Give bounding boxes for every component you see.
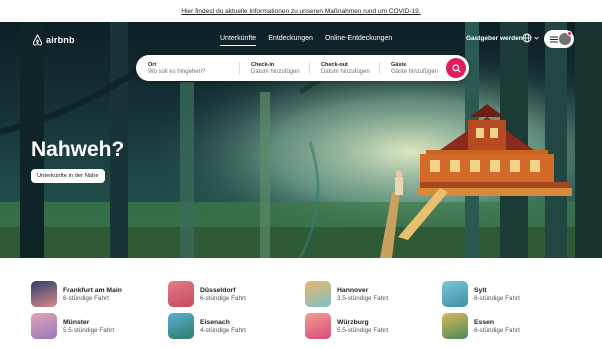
- destination-distance: 6-stündige Fahrt: [474, 294, 520, 302]
- destination-card[interactable]: Eisenach 4-stündige Fahrt: [168, 313, 298, 339]
- destination-distance: 3.5-stündige Fahrt: [337, 294, 389, 302]
- search-bar: Ort Wo soll es hingehen? Check-in Datum …: [136, 55, 469, 81]
- checkout-field[interactable]: Check-out Datum hinzufügen: [309, 55, 379, 81]
- destination-distance: 6-stündige Fahrt: [63, 294, 109, 302]
- search-icon: [451, 63, 461, 73]
- notification-dot: [567, 31, 572, 36]
- destination-distance: 6-stündige Fahrt: [200, 294, 246, 302]
- checkout-label: Check-out: [321, 61, 348, 68]
- destination-thumbnail: [168, 281, 194, 307]
- destination-name: Eisenach: [200, 318, 230, 326]
- destination-card[interactable]: Münster 5.5-stündige Fahrt: [31, 313, 161, 339]
- destination-distance: 5.5-stündige Fahrt: [337, 326, 389, 334]
- destination-distance: 4-stündige Fahrt: [200, 326, 246, 334]
- destination-name: Münster: [63, 318, 90, 326]
- location-input[interactable]: Wo soll es hingehen?: [148, 69, 239, 75]
- destination-card[interactable]: Hannover 3.5-stündige Fahrt: [305, 281, 435, 307]
- tab-unterkuenfte[interactable]: Unterkünfte: [220, 35, 257, 46]
- destination-distance: 5.5-stündige Fahrt: [63, 326, 115, 334]
- destination-thumbnail: [31, 281, 57, 307]
- destination-card[interactable]: Würzburg 5.5-stündige Fahrt: [305, 313, 435, 339]
- destination-name: Hannover: [337, 286, 369, 294]
- checkin-value: Datum hinzufügen: [251, 68, 300, 75]
- covid-info-link[interactable]: Hier findest du aktuelle Informationen z…: [181, 8, 420, 15]
- destination-name: Würzburg: [337, 318, 369, 326]
- location-label: Ort: [148, 61, 157, 68]
- tab-entdeckungen[interactable]: Entdeckungen: [268, 35, 313, 46]
- destination-card[interactable]: Sylt 6-stündige Fahrt: [442, 281, 572, 307]
- user-menu-button[interactable]: [544, 30, 574, 48]
- covid-banner: Hier findest du aktuelle Informationen z…: [0, 0, 602, 22]
- location-field[interactable]: Ort Wo soll es hingehen?: [136, 55, 239, 81]
- checkin-field[interactable]: Check-in Datum hinzufügen: [239, 55, 309, 81]
- main-nav: Unterkünfte Entdeckungen Online-Entdecku…: [220, 35, 392, 46]
- hero-headline: Nahweh?: [31, 138, 125, 161]
- checkin-label: Check-in: [251, 61, 275, 68]
- destination-thumbnail: [305, 281, 331, 307]
- airbnb-logo-icon: [32, 34, 43, 46]
- hero-section: airbnb Unterkünfte Entdeckungen Online-E…: [0, 22, 602, 258]
- destination-thumbnail: [168, 313, 194, 339]
- guests-value: Gäste hinzufügen: [391, 68, 439, 75]
- logo-text: airbnb: [46, 35, 75, 45]
- destination-name: Sylt: [474, 286, 487, 294]
- destination-name: Essen: [474, 318, 495, 326]
- destination-thumbnail: [305, 313, 331, 339]
- airbnb-logo[interactable]: airbnb: [32, 34, 75, 46]
- destination-thumbnail: [442, 313, 468, 339]
- chevron-down-icon: [534, 36, 539, 40]
- avatar: [559, 31, 572, 45]
- hamburger-icon: [550, 36, 558, 42]
- tab-online-entdeckungen[interactable]: Online-Entdeckungen: [325, 35, 392, 46]
- search-button[interactable]: [446, 58, 466, 78]
- destination-thumbnail: [31, 313, 57, 339]
- globe-icon: [522, 33, 532, 43]
- destination-card[interactable]: Essen 6-stündige Fahrt: [442, 313, 572, 339]
- destination-card[interactable]: Frankfurt am Main 6-stündige Fahrt: [31, 281, 161, 307]
- destination-distance: 6-stündige Fahrt: [474, 326, 520, 334]
- checkout-value: Datum hinzufügen: [321, 68, 370, 75]
- nearby-stays-button[interactable]: Unterkünfte in der Nähe: [31, 169, 105, 183]
- destination-name: Düsseldorf: [200, 286, 236, 294]
- become-host-link[interactable]: Gastgeber werden: [466, 35, 523, 42]
- destination-card[interactable]: Düsseldorf 6-stündige Fahrt: [168, 281, 298, 307]
- language-button[interactable]: [522, 33, 539, 43]
- destination-name: Frankfurt am Main: [63, 286, 122, 294]
- destination-thumbnail: [442, 281, 468, 307]
- guests-label: Gäste: [391, 61, 407, 68]
- guests-field[interactable]: Gäste Gäste hinzufügen: [379, 55, 443, 81]
